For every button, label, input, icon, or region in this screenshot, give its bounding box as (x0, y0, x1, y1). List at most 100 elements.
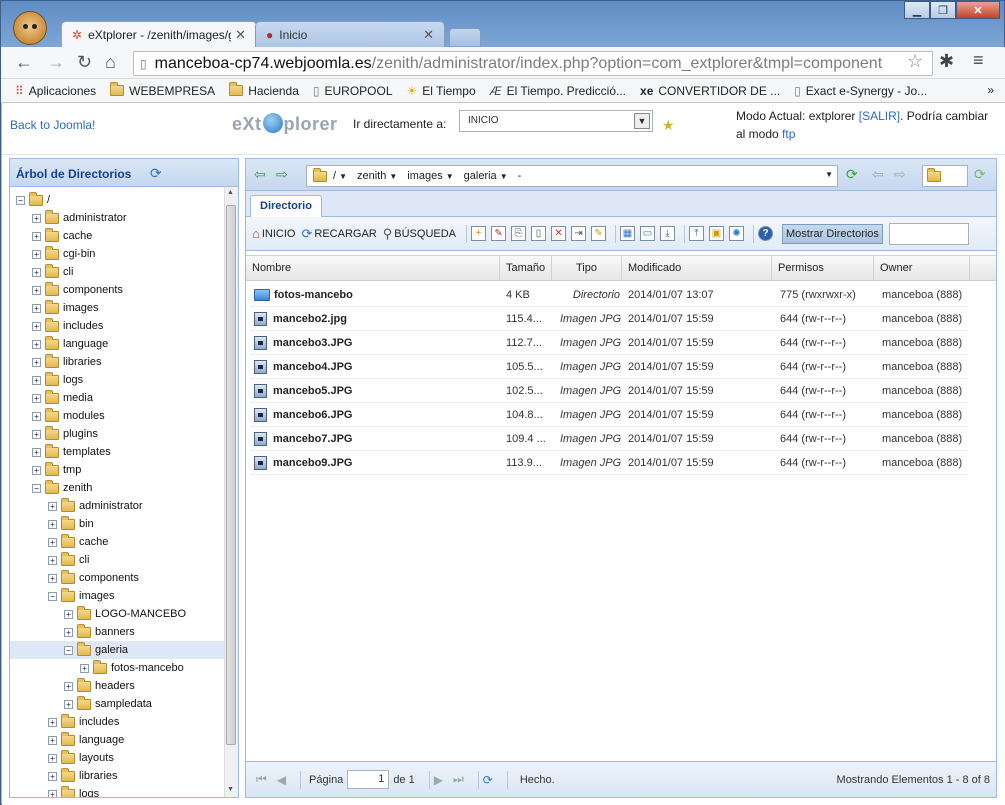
tree-scrollbar-thumb[interactable] (226, 205, 236, 745)
bookmark-webempresa[interactable]: WEBEMPRESA (110, 82, 215, 98)
last-page-icon[interactable]: ⏭ (453, 772, 464, 787)
tab-extplorer[interactable]: ✲ eXtplorer - /zenith/images/galeria ✕ (61, 21, 257, 47)
expand-icon[interactable]: + (48, 717, 57, 727)
expand-icon[interactable]: + (48, 573, 57, 583)
folder-select[interactable] (922, 165, 968, 187)
reload-icon[interactable]: ↻ (77, 52, 92, 73)
refresh-icon[interactable]: ⟳ (974, 166, 986, 183)
expand-icon[interactable]: + (48, 501, 57, 511)
expand-icon[interactable]: + (48, 789, 57, 797)
download-icon[interactable]: ⤓ (660, 226, 676, 241)
tree-node[interactable]: + plugins (10, 425, 224, 443)
show-directories-button[interactable]: Mostrar Directorios (782, 223, 883, 244)
page-input[interactable]: 1 (347, 770, 390, 789)
expand-icon[interactable]: + (32, 303, 41, 313)
tree-node[interactable]: + components (10, 281, 224, 299)
exit-link[interactable]: [SALIR] (859, 109, 900, 123)
home-button[interactable]: ⌂ INICIO (252, 226, 295, 241)
expand-icon[interactable]: + (48, 519, 57, 529)
tree-node[interactable]: + media (10, 389, 224, 407)
col-header-size[interactable]: Tamaño (500, 256, 552, 280)
bookmark-el-tiempo-prediccion[interactable]: Æ El Tiempo. Predicció... (490, 84, 626, 98)
tree-node[interactable]: + administrator (10, 209, 224, 227)
crumb-galeria[interactable]: galeria ▼ (464, 170, 508, 182)
expand-icon[interactable]: + (32, 411, 41, 421)
expand-icon[interactable]: + (64, 699, 73, 709)
col-header-owner[interactable]: Owner (874, 256, 970, 280)
new-file-icon[interactable]: + (471, 226, 487, 241)
table-row[interactable]: mancebo6.JPG 104.8... Imagen JPG 2014/01/07… (250, 403, 968, 427)
prev-arrow-icon[interactable]: ⇦ (872, 166, 884, 183)
tree-node[interactable]: + logs (10, 785, 224, 797)
delete-icon[interactable]: ✕ (551, 226, 567, 241)
tree-node[interactable]: + logs (10, 371, 224, 389)
forward-icon[interactable]: → (47, 52, 65, 73)
collapse-icon[interactable]: − (64, 645, 73, 655)
back-arrow-icon[interactable]: ⇦ (254, 166, 266, 183)
expand-icon[interactable]: + (48, 537, 57, 547)
copy-icon[interactable]: ⎘ (511, 226, 527, 241)
table-row[interactable]: mancebo5.JPG 102.5... Imagen JPG 2014/01/07… (250, 379, 968, 403)
refresh-path-icon[interactable]: ⟳ (846, 166, 858, 183)
crumb-zenith[interactable]: zenith ▼ (357, 170, 397, 182)
bookmark-europool[interactable]: ▯ EUROPOOL (313, 84, 393, 98)
tree-node[interactable]: + layouts (10, 749, 224, 767)
expand-icon[interactable]: + (32, 267, 41, 277)
more-bookmarks-icon[interactable]: » (987, 83, 994, 97)
tree-node[interactable]: + components (10, 569, 224, 587)
bookmark-hacienda[interactable]: Hacienda (229, 82, 299, 98)
expand-icon[interactable]: + (32, 321, 41, 331)
next-arrow-icon[interactable]: ⇨ (894, 166, 906, 183)
col-header-perms[interactable]: Permisos (772, 256, 874, 280)
search-button[interactable]: ⚲ BÚSQUEDA (383, 226, 456, 242)
edit-icon[interactable]: ✎ (491, 226, 507, 241)
expand-icon[interactable]: + (64, 627, 73, 637)
col-header-type[interactable]: Tipo (552, 256, 622, 280)
tree-node[interactable]: + cgi-bin (10, 245, 224, 263)
tree-node[interactable]: + language (10, 335, 224, 353)
tree-node[interactable]: + administrator (10, 497, 224, 515)
expand-icon[interactable]: + (64, 681, 73, 691)
bookmark-star-icon[interactable]: ☆ (907, 51, 923, 72)
upload-icon[interactable]: ⤒ (689, 226, 705, 241)
new-tab-button[interactable] (449, 28, 481, 46)
expand-icon[interactable]: + (32, 375, 41, 385)
tree-node[interactable]: + libraries (10, 353, 224, 371)
back-icon[interactable]: ← (15, 52, 33, 73)
tree-node[interactable]: + language (10, 731, 224, 749)
tree-node[interactable]: − galeria (10, 641, 224, 659)
dropdown-arrow-icon[interactable]: ▼ (634, 113, 650, 129)
expand-icon[interactable]: + (48, 753, 57, 763)
browser-profile-avatar-icon[interactable] (13, 11, 47, 45)
path-dropdown-icon[interactable]: ▼ (825, 170, 833, 179)
table-row[interactable]: mancebo3.JPG 112.7... Imagen JPG 2014/01/07… (250, 331, 968, 355)
expand-icon[interactable]: + (32, 447, 41, 457)
tree-node[interactable]: + bin (10, 515, 224, 533)
expand-icon[interactable]: + (32, 339, 41, 349)
tree-node[interactable]: + cache (10, 533, 224, 551)
bookmark-exact[interactable]: ▯ Exact e-Synergy - Jo... (794, 84, 927, 98)
help-icon[interactable]: ? (758, 226, 774, 241)
view-icon[interactable]: ▭ (640, 226, 656, 241)
tab-directorio[interactable]: Directorio (250, 195, 322, 217)
tree-node[interactable]: − / (10, 191, 224, 209)
tree-node[interactable]: + templates (10, 443, 224, 461)
expand-icon[interactable]: + (32, 249, 41, 259)
tree-node[interactable]: + includes (10, 713, 224, 731)
tree-node[interactable]: + cli (10, 551, 224, 569)
tree-node[interactable]: + cache (10, 227, 224, 245)
bookmark-star-icon[interactable]: ★ (662, 117, 675, 134)
refresh-tree-icon[interactable]: ⟳ (150, 165, 162, 182)
path-breadcrumb[interactable]: / ▼ zenith ▼ images ▼ galeria ▼ - ▼ (306, 165, 838, 187)
close-window-button[interactable]: ✕ (956, 1, 1000, 19)
scroll-down-icon[interactable]: ▼ (227, 786, 234, 793)
extension-bug-icon[interactable]: ✱ (939, 51, 954, 72)
bookmark-convertidor[interactable]: xe CONVERTIDOR DE ... (640, 84, 780, 98)
extract-icon[interactable]: ✺ (729, 226, 745, 241)
first-page-icon[interactable]: ⏮ (256, 772, 267, 787)
minimize-button[interactable]: ▁ (904, 1, 930, 19)
expand-icon[interactable]: + (48, 771, 57, 781)
forward-arrow-icon[interactable]: ⇨ (276, 166, 288, 183)
refresh-icon[interactable]: ⟳ (483, 773, 493, 787)
tree-node[interactable]: + banners (10, 623, 224, 641)
